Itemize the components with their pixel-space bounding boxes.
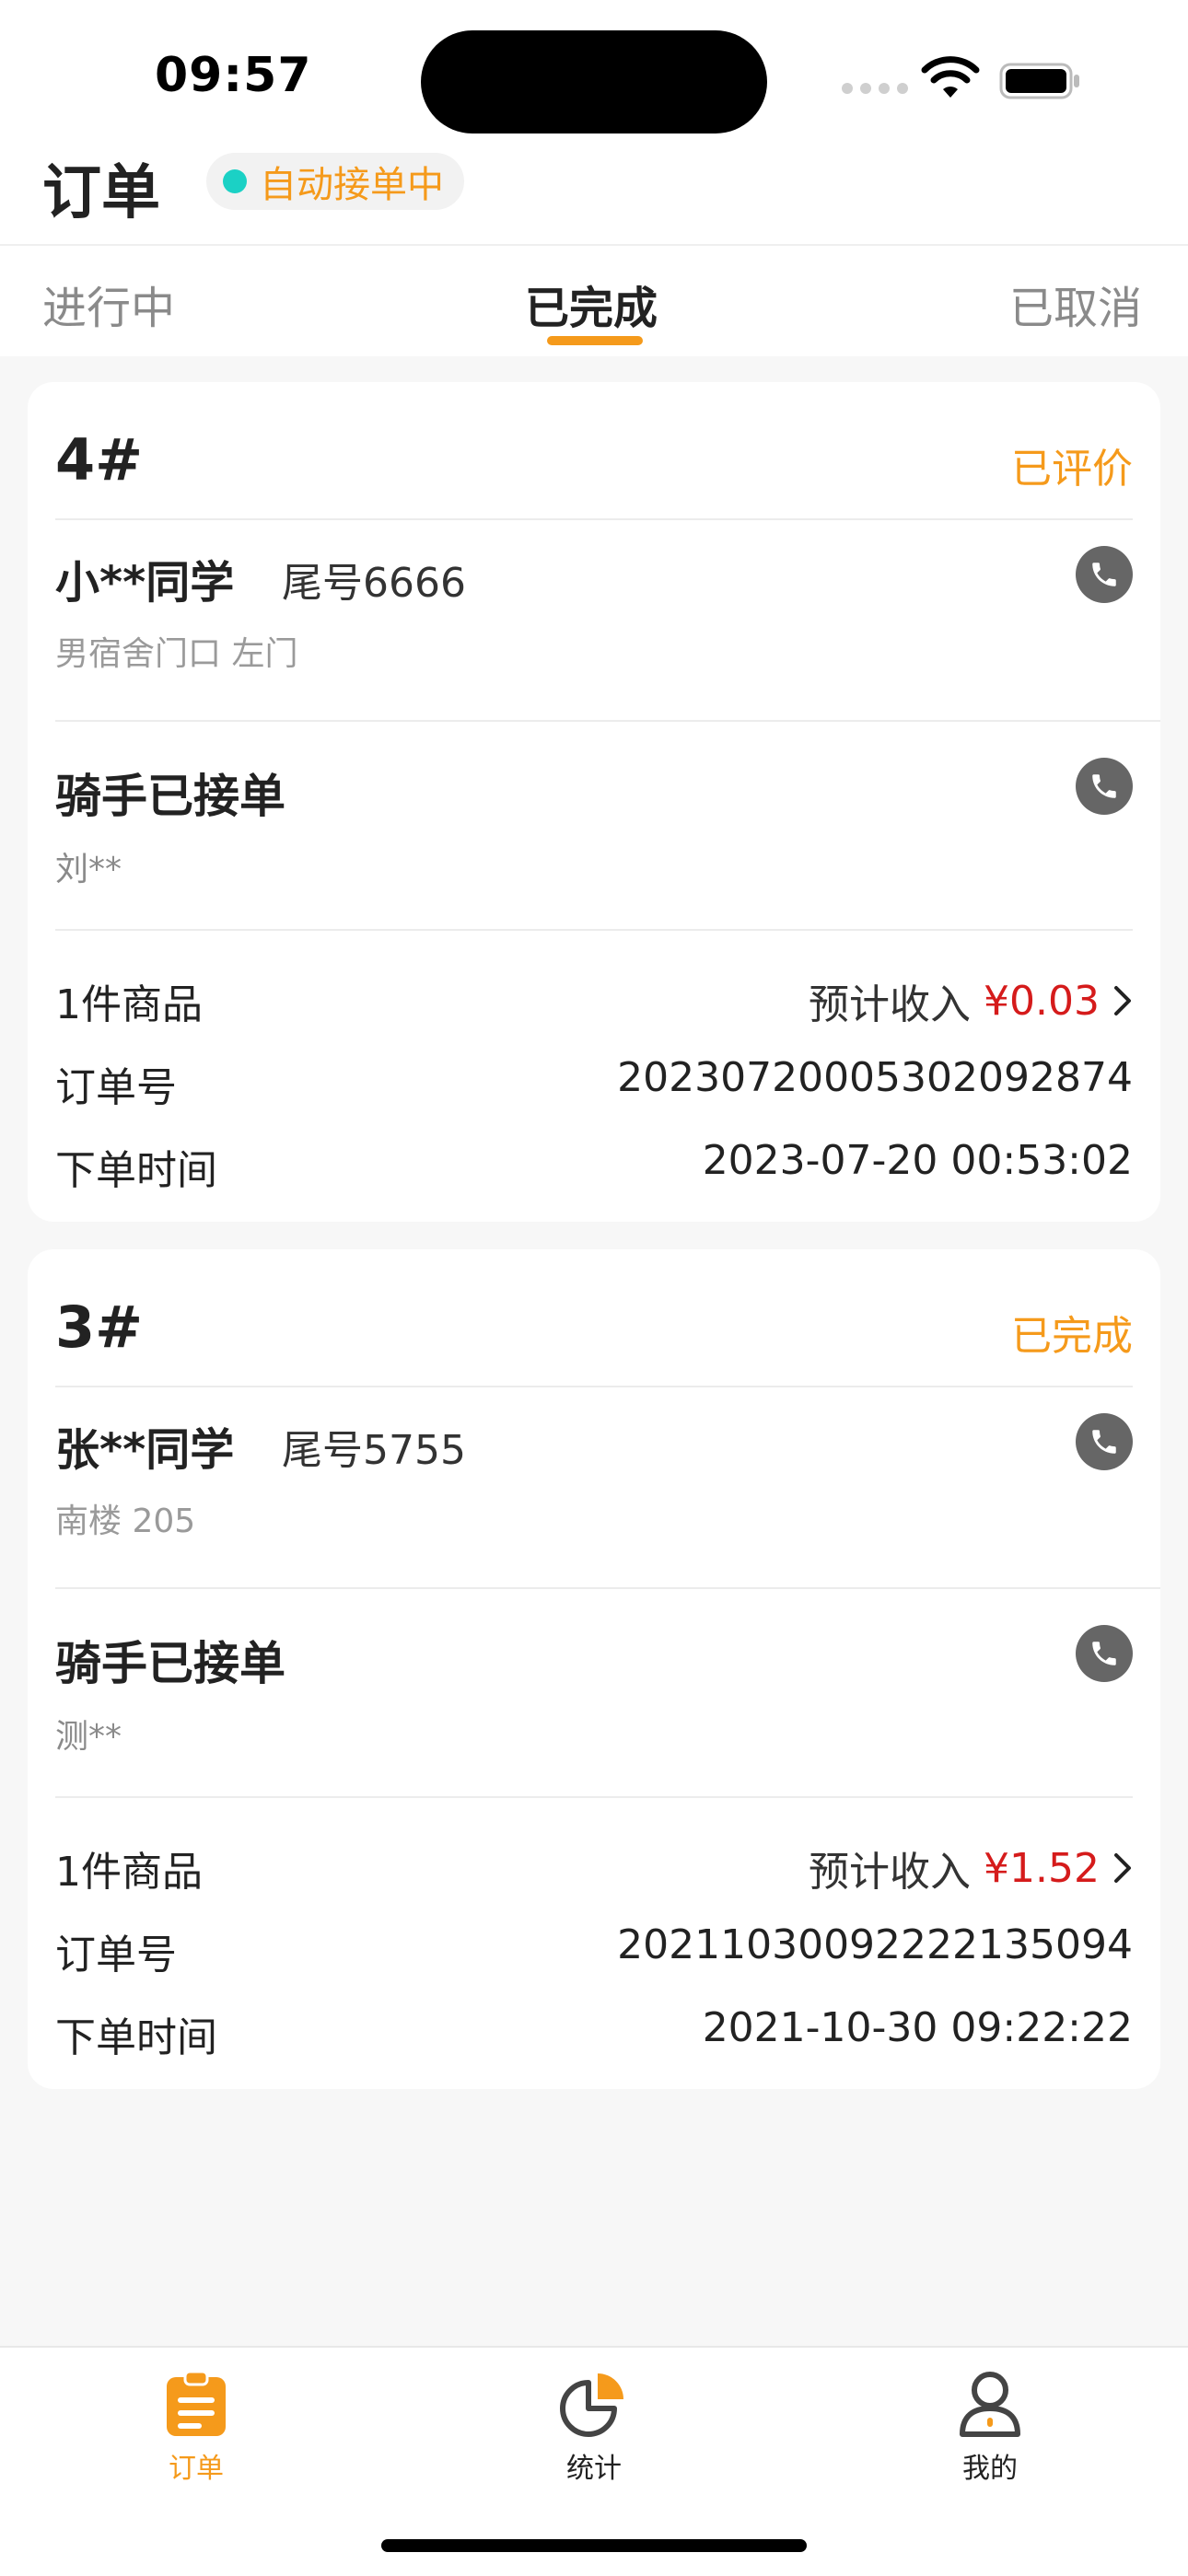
order-no-row: 订单号 20230720005302092874: [55, 1054, 1133, 1111]
divider: [55, 1587, 1160, 1589]
rider-name: 刘**: [55, 851, 122, 888]
battery-icon: [999, 63, 1079, 99]
divider: [55, 720, 1160, 722]
status-bar: 09:57: [0, 0, 1188, 138]
call-rider-button[interactable]: [1076, 1625, 1133, 1682]
order-no-label: 订单号: [55, 1932, 177, 1978]
home-indicator: [381, 2539, 807, 2552]
customer-address: 男宿舍门口 左门: [55, 635, 298, 673]
online-dot-icon: [223, 169, 247, 193]
call-customer-button[interactable]: [1076, 1413, 1133, 1470]
clipboard-icon: [167, 2370, 226, 2436]
tab-in-progress[interactable]: 进行中: [42, 272, 175, 336]
auto-accept-badge[interactable]: 自动接单中: [206, 153, 464, 210]
rider-status: 骑手已接单: [55, 770, 285, 823]
divider: [55, 929, 1133, 931]
rider-name: 测**: [55, 1718, 122, 1756]
phone-icon: [1092, 1642, 1116, 1665]
items-row[interactable]: 1件商品 预计收入 ¥0.03: [55, 971, 1133, 1030]
order-no-value: 20230720005302092874: [617, 1054, 1133, 1101]
order-number: 3#: [55, 1294, 144, 1361]
order-no-value: 20211030092222135094: [617, 1921, 1133, 1968]
phone-icon: [1092, 1430, 1116, 1454]
customer-name: 小**同学: [55, 557, 235, 609]
order-card-header: 4# 已评价: [55, 410, 1133, 520]
order-state: 已完成: [1011, 1313, 1133, 1360]
page-header: 订单 自动接单中: [0, 138, 1188, 244]
nav-stats[interactable]: 统计: [502, 2368, 686, 2486]
order-status-tabs: 进行中 已完成 已取消: [0, 244, 1188, 356]
item-count: 1件商品: [55, 981, 203, 1028]
order-no-row: 订单号 20211030092222135094: [55, 1921, 1133, 1978]
chevron-right-icon: [1114, 1853, 1131, 1883]
nav-profile[interactable]: 我的: [898, 2368, 1082, 2486]
customer-phone-tail: 尾号5755: [282, 1427, 466, 1474]
item-count: 1件商品: [55, 1849, 203, 1896]
divider: [55, 1796, 1133, 1798]
income-label: 预计收入: [809, 1849, 972, 1896]
income-link[interactable]: 预计收入 ¥1.52: [809, 1839, 1133, 1897]
order-time-label: 下单时间: [55, 2014, 217, 2061]
order-time-row: 下单时间 2021-10-30 09:22:22: [55, 2004, 1133, 2061]
order-card[interactable]: 4# 已评价 小**同学 尾号6666 男宿舍门口 左门 骑手已接单 刘** 1…: [28, 382, 1160, 1222]
nav-profile-label: 我的: [962, 2453, 1018, 2485]
wifi-icon: [921, 56, 980, 98]
cellular-signal-icon: [842, 83, 908, 94]
order-time-label: 下单时间: [55, 1147, 217, 1194]
order-card-header: 3# 已完成: [55, 1277, 1133, 1387]
dynamic-island: [421, 30, 767, 133]
customer-phone-tail: 尾号6666: [282, 560, 466, 607]
auto-accept-label: 自动接单中: [260, 164, 444, 206]
tab-cancelled[interactable]: 已取消: [1009, 272, 1142, 336]
income-link[interactable]: 预计收入 ¥0.03: [809, 971, 1133, 1030]
order-card[interactable]: 3# 已完成 张**同学 尾号5755 南楼 205 骑手已接单 测** 1件商…: [28, 1249, 1160, 2089]
income-amount: ¥1.52: [984, 1844, 1100, 1892]
nav-orders-label: 订单: [169, 2453, 224, 2485]
order-number: 4#: [55, 426, 144, 493]
person-icon: [960, 2372, 1020, 2437]
tab-completed[interactable]: 已完成: [525, 272, 658, 336]
nav-orders[interactable]: 订单: [104, 2368, 288, 2486]
call-customer-button[interactable]: [1076, 546, 1133, 603]
nav-stats-label: 统计: [566, 2453, 622, 2485]
page-title: 订单: [42, 159, 160, 227]
active-tab-indicator: [547, 336, 643, 345]
customer-name: 张**同学: [55, 1424, 235, 1476]
order-no-label: 订单号: [55, 1064, 177, 1111]
income-label: 预计收入: [809, 981, 972, 1028]
chevron-right-icon: [1114, 986, 1131, 1015]
customer-address: 南楼 205: [55, 1503, 196, 1540]
pie-chart-icon: [560, 2373, 623, 2437]
order-time-value: 2021-10-30 09:22:22: [702, 2004, 1133, 2051]
order-state: 已评价: [1011, 446, 1133, 493]
phone-icon: [1092, 563, 1116, 586]
order-time-value: 2023-07-20 00:53:02: [702, 1137, 1133, 1184]
rider-status: 骑手已接单: [55, 1637, 285, 1690]
status-time: 09:57: [155, 48, 312, 103]
order-time-row: 下单时间 2023-07-20 00:53:02: [55, 1137, 1133, 1194]
call-rider-button[interactable]: [1076, 758, 1133, 815]
income-amount: ¥0.03: [984, 977, 1100, 1025]
items-row[interactable]: 1件商品 预计收入 ¥1.52: [55, 1839, 1133, 1897]
phone-icon: [1092, 774, 1116, 798]
